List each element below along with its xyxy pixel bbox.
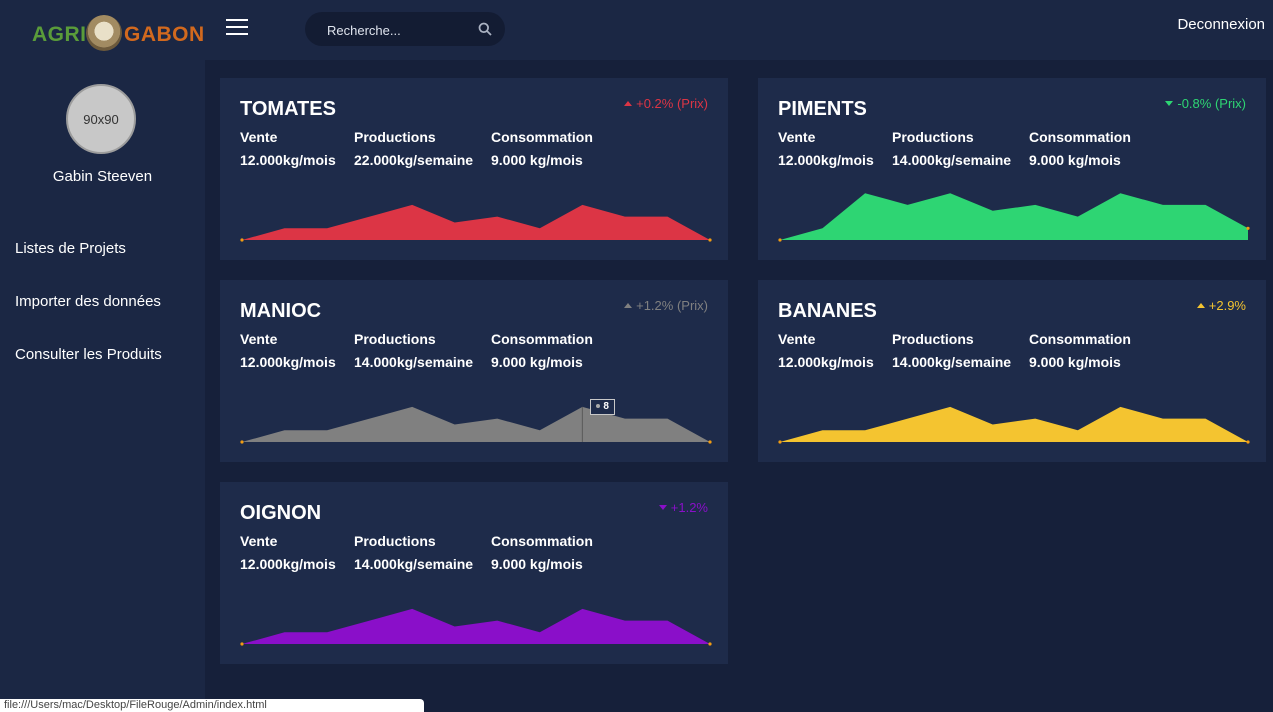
- sparkline-area: [780, 193, 1248, 240]
- vente-label: Vente: [240, 331, 278, 347]
- brand-emblem-icon: [86, 15, 122, 51]
- vente-value: 12.000kg/mois: [778, 152, 874, 168]
- top-bar: AGRI GABON Deconnexion: [0, 0, 1273, 60]
- consommation-label: Consommation: [491, 129, 593, 145]
- avatar[interactable]: 90x90: [66, 84, 136, 154]
- vente-value: 12.000kg/mois: [240, 354, 336, 370]
- product-card-manioc: MANIOC +1.2% (Prix) Vente Productions Consom…: [220, 280, 728, 462]
- sidebar: 90x90 Gabin Steeven Listes de Projets Im…: [0, 60, 205, 712]
- trend-indicator: +1.2%: [658, 500, 708, 515]
- sparkline-chart[interactable]: [240, 380, 712, 444]
- vente-label: Vente: [778, 129, 816, 145]
- user-name: Gabin Steeven: [52, 168, 153, 185]
- sparkline-endpoint: [708, 642, 712, 646]
- productions-label: Productions: [892, 331, 974, 347]
- sparkline-endpoint: [1246, 440, 1250, 444]
- consommation-value: 9.000 kg/mois: [491, 354, 583, 370]
- product-card-tomates: TOMATES +0.2% (Prix) Vente Productions Conso…: [220, 78, 728, 260]
- trend-value: +2.9%: [1208, 298, 1246, 313]
- sparkline-endpoint: [1246, 226, 1250, 230]
- consommation-label: Consommation: [1029, 331, 1131, 347]
- card-title: TOMATES: [240, 98, 336, 120]
- vente-value: 12.000kg/mois: [778, 354, 874, 370]
- productions-value: 14.000kg/semaine: [892, 354, 1012, 370]
- sparkline-area: [242, 204, 710, 240]
- trend-indicator: +0.2% (Prix): [624, 96, 708, 111]
- productions-label: Productions: [354, 331, 436, 347]
- productions-label: Productions: [892, 129, 974, 145]
- sparkline-area: [780, 406, 1248, 442]
- trend-indicator: -0.8% (Prix): [1165, 96, 1246, 111]
- sparkline-endpoint: [240, 642, 244, 646]
- sparkline-chart[interactable]: [240, 582, 712, 646]
- browser-status-bar: file:///Users/mac/Desktop/FileRouge/Admi…: [0, 699, 424, 712]
- sparkline-chart[interactable]: [778, 178, 1250, 242]
- chart-tooltip: 8: [590, 399, 615, 415]
- avatar-placeholder-text: 90x90: [83, 111, 119, 127]
- productions-label: Productions: [354, 533, 436, 549]
- sparkline-endpoint: [778, 440, 782, 444]
- caret-up-icon: [624, 303, 633, 308]
- sparkline-endpoint: [708, 238, 712, 242]
- caret-down-icon: [658, 505, 667, 510]
- tooltip-value: 8: [603, 401, 609, 412]
- search-input[interactable]: [325, 19, 469, 41]
- brand-text-gabon: GABON: [124, 23, 205, 46]
- sparkline-endpoint: [240, 440, 244, 444]
- card-title: BANANES: [778, 300, 877, 322]
- logout-link[interactable]: Deconnexion: [1177, 16, 1265, 33]
- productions-value: 14.000kg/semaine: [892, 152, 1012, 168]
- consommation-value: 9.000 kg/mois: [1029, 354, 1121, 370]
- consommation-label: Consommation: [491, 331, 593, 347]
- productions-label: Productions: [354, 129, 436, 145]
- product-card-bananes: BANANES +2.9% Vente Productions Consommation…: [758, 280, 1266, 462]
- trend-indicator: +1.2% (Prix): [624, 298, 708, 313]
- product-card-oignon: OIGNON +1.2% Vente Productions Consommation 1…: [220, 482, 728, 664]
- sidebar-item-import[interactable]: Importer des données: [15, 293, 161, 310]
- vente-label: Vente: [778, 331, 816, 347]
- search-icon[interactable]: [478, 22, 492, 36]
- search-box: [305, 12, 505, 46]
- card-title: PIMENTS: [778, 98, 867, 120]
- consommation-value: 9.000 kg/mois: [491, 556, 583, 572]
- tooltip-dot-icon: [596, 404, 601, 408]
- caret-up-icon: [624, 101, 633, 106]
- consommation-label: Consommation: [491, 533, 593, 549]
- vente-label: Vente: [240, 129, 278, 145]
- card-title: OIGNON: [240, 502, 322, 524]
- product-card-piments: PIMENTS -0.8% (Prix) Vente Productions Conso…: [758, 78, 1266, 260]
- productions-value: 14.000kg/semaine: [354, 556, 474, 572]
- sparkline-endpoint: [708, 440, 712, 444]
- trend-value: +1.2% (Prix): [636, 298, 708, 313]
- caret-up-icon: [1196, 303, 1205, 308]
- consommation-value: 9.000 kg/mois: [1029, 152, 1121, 168]
- sidebar-item-projects[interactable]: Listes de Projets: [15, 240, 126, 257]
- sidebar-item-products[interactable]: Consulter les Produits: [15, 346, 162, 363]
- sparkline-area: [242, 406, 710, 442]
- trend-value: +0.2% (Prix): [636, 96, 708, 111]
- caret-down-icon: [1165, 101, 1174, 106]
- brand-logo[interactable]: AGRI GABON: [32, 14, 204, 54]
- trend-value: -0.8% (Prix): [1177, 96, 1246, 111]
- trend-indicator: +2.9%: [1196, 298, 1246, 313]
- vente-label: Vente: [240, 533, 278, 549]
- sparkline-chart[interactable]: [240, 178, 712, 242]
- sparkline-endpoint: [240, 238, 244, 242]
- productions-value: 14.000kg/semaine: [354, 354, 474, 370]
- vente-value: 12.000kg/mois: [240, 556, 336, 572]
- consommation-value: 9.000 kg/mois: [491, 152, 583, 168]
- sparkline-endpoint: [778, 238, 782, 242]
- menu-toggle-icon[interactable]: [226, 19, 248, 37]
- productions-value: 22.000kg/semaine: [354, 152, 474, 168]
- trend-value: +1.2%: [670, 500, 708, 515]
- vente-value: 12.000kg/mois: [240, 152, 336, 168]
- sparkline-chart[interactable]: [778, 380, 1250, 444]
- consommation-label: Consommation: [1029, 129, 1131, 145]
- sparkline-area: [242, 608, 710, 644]
- brand-text-agri: AGRI: [32, 23, 87, 46]
- card-title: MANIOC: [240, 300, 322, 322]
